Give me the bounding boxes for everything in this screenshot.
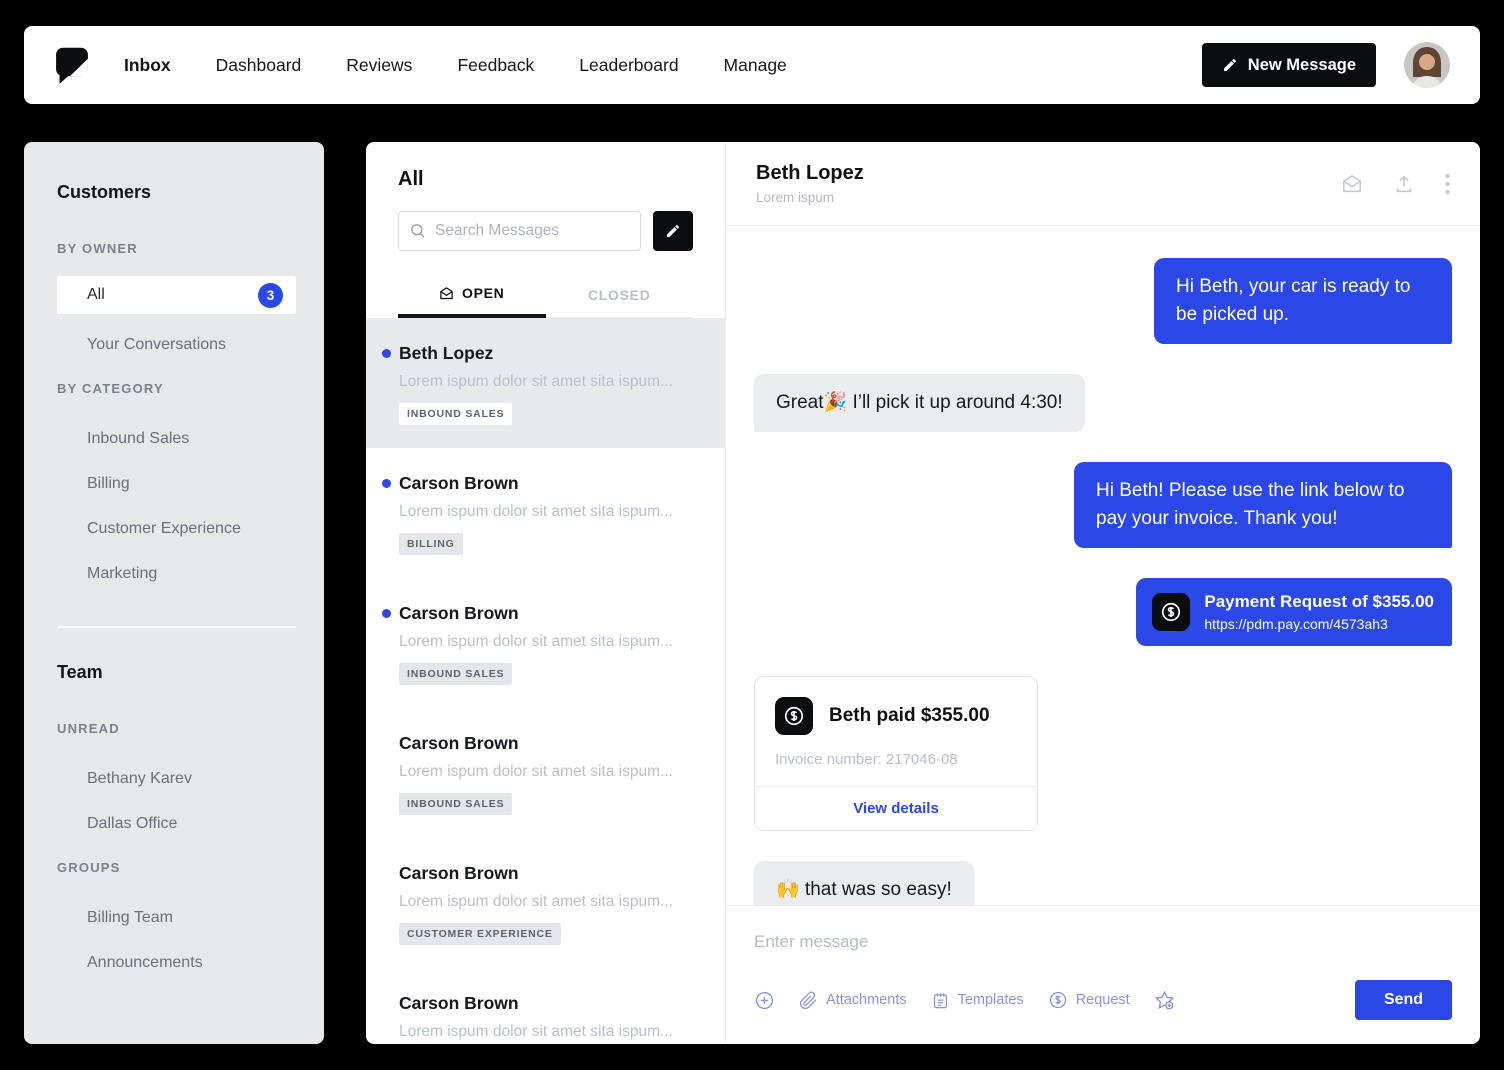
sidebar-item-billing[interactable]: Billing <box>57 461 324 506</box>
sidebar-item-bethany-karev[interactable]: Bethany Karev <box>57 756 324 801</box>
star-plus-icon <box>1154 990 1175 1011</box>
search-box <box>398 211 641 251</box>
notepad-icon <box>931 991 950 1010</box>
list-title: All <box>398 168 424 190</box>
sidebar-item-billing-team[interactable]: Billing Team <box>57 895 324 940</box>
dollar-icon <box>775 697 813 735</box>
user-avatar[interactable] <box>1404 42 1450 88</box>
review-invite-button[interactable] <box>1154 990 1175 1011</box>
navbar-right: New Message <box>1201 42 1450 88</box>
dollar-circle-icon <box>1048 990 1068 1010</box>
inbox-open-icon <box>439 286 454 301</box>
conversation-row[interactable]: Carson Brown Lorem ispum dolor sit amet … <box>366 708 725 838</box>
compose-button[interactable] <box>653 211 693 251</box>
chat-header: Beth Lopez Lorem ispum <box>726 142 1480 226</box>
sidebar-item-announcements[interactable]: Announcements <box>57 940 324 985</box>
sidebar-by-category-label: BY CATEGORY <box>57 381 164 396</box>
chat-panel: Beth Lopez Lorem ispum Hi Beth, your car… <box>726 142 1480 1044</box>
message-composer: Attachments Templates <box>726 905 1480 1044</box>
kebab-menu-icon[interactable] <box>1445 173 1450 195</box>
conversation-row[interactable]: Carson Brown Lorem ispum dolor sit amet … <box>366 578 725 708</box>
category-tag: CUSTOMER EXPERIENCE <box>399 923 561 945</box>
top-navbar: Inbox Dashboard Reviews Feedback Leaderb… <box>24 26 1480 104</box>
incoming-message: 🙌 that was so easy! <box>754 861 974 905</box>
podium-logo[interactable] <box>54 46 90 84</box>
request-payment-button[interactable]: Request <box>1048 990 1130 1010</box>
unread-dot <box>382 609 391 618</box>
content-panel: All Search Messages OPEN CLOSED Beth Lop… <box>366 142 1480 1044</box>
nav-dashboard[interactable]: Dashboard <box>216 55 302 76</box>
receipt-title: Beth paid $355.00 <box>829 705 990 726</box>
sidebar-item-inbound-sales[interactable]: Inbound Sales <box>57 416 324 461</box>
sidebar-item-marketing[interactable]: Marketing <box>57 551 324 596</box>
conversation-list: Beth Lopez Lorem ispum dolor sit amet si… <box>366 318 725 1044</box>
pencil-icon <box>1222 57 1238 73</box>
unread-dot <box>382 349 391 358</box>
message-input[interactable] <box>754 932 1452 952</box>
nav-inbox[interactable]: Inbox <box>124 55 171 76</box>
payment-receipt-card: Beth paid $355.00 Invoice number: 217046… <box>754 676 1038 831</box>
conversation-row[interactable]: Carson Brown Lorem ispum dolor sit amet … <box>366 448 725 578</box>
paperclip-icon <box>799 990 818 1010</box>
sidebar-item-your-conversations[interactable]: Your Conversations <box>57 322 324 367</box>
plus-circle-icon <box>754 990 775 1011</box>
tab-closed[interactable]: CLOSED <box>546 275 694 317</box>
outgoing-message: Hi Beth, your car is ready to be picked … <box>1154 258 1452 344</box>
incoming-message: Great🎉 I’ll pick it up around 4:30! <box>754 374 1085 432</box>
chat-contact-subtitle: Lorem ispum <box>756 190 835 205</box>
dollar-icon <box>1152 593 1191 631</box>
category-tag: INBOUND SALES <box>399 663 513 685</box>
category-tag: BILLING <box>399 533 463 555</box>
tab-open[interactable]: OPEN <box>398 275 546 318</box>
nav-manage[interactable]: Manage <box>724 55 787 76</box>
outgoing-message: Hi Beth! Please use the link below to pa… <box>1074 462 1452 548</box>
nav-leaderboard[interactable]: Leaderboard <box>579 55 678 76</box>
search-icon <box>409 222 426 244</box>
add-button[interactable] <box>754 990 775 1011</box>
payment-link[interactable]: https://pdm.pay.com/4573ah3 <box>1204 616 1434 632</box>
pencil-icon <box>665 223 681 239</box>
app: Inbox Dashboard Reviews Feedback Leaderb… <box>0 0 1504 1070</box>
sidebar-item-customer-experience[interactable]: Customer Experience <box>57 506 324 551</box>
conversation-row[interactable]: Beth Lopez Lorem ispum dolor sit amet si… <box>366 318 725 448</box>
unread-dot <box>382 479 391 488</box>
payment-request-card[interactable]: Payment Request of $355.00 https://pdm.p… <box>1136 578 1452 646</box>
category-tag: INBOUND SALES <box>399 793 513 815</box>
message-thread: Hi Beth, your car is ready to be picked … <box>726 226 1480 905</box>
sidebar-customers-title: Customers <box>57 182 152 202</box>
attachments-button[interactable]: Attachments <box>799 990 907 1010</box>
category-tag: INBOUND SALES <box>399 403 513 425</box>
payment-request-title: Payment Request of $355.00 <box>1204 592 1434 611</box>
receipt-invoice-number: Invoice number: 217046-08 <box>775 751 958 768</box>
sidebar: Customers BY OWNER All 3 Your Conversati… <box>24 142 324 1044</box>
sidebar-divider <box>57 626 296 628</box>
upload-icon[interactable] <box>1393 173 1415 195</box>
sidebar-item-all[interactable]: All 3 <box>57 276 296 314</box>
mark-unread-envelope-icon[interactable] <box>1341 173 1363 195</box>
sidebar-item-dallas-office[interactable]: Dallas Office <box>57 801 324 846</box>
sidebar-groups-label: GROUPS <box>57 860 121 875</box>
conversation-list-panel: All Search Messages OPEN CLOSED Beth Lop… <box>366 142 726 1044</box>
conversation-row[interactable]: Carson Brown Lorem ispum dolor sit amet … <box>366 968 725 1044</box>
templates-button[interactable]: Templates <box>931 991 1024 1010</box>
nav-feedback[interactable]: Feedback <box>457 55 534 76</box>
search-input[interactable] <box>398 211 641 251</box>
main-nav: Inbox Dashboard Reviews Feedback Leaderb… <box>124 55 787 76</box>
conversation-row[interactable]: Carson Brown Lorem ispum dolor sit amet … <box>366 838 725 968</box>
nav-reviews[interactable]: Reviews <box>346 55 412 76</box>
sidebar-by-owner-label: BY OWNER <box>57 241 138 256</box>
sidebar-team-title: Team <box>57 662 103 682</box>
sidebar-unread-label: UNREAD <box>57 721 120 736</box>
chat-contact-name: Beth Lopez <box>756 162 864 184</box>
unread-count-badge: 3 <box>258 282 283 308</box>
view-details-link[interactable]: View details <box>755 786 1037 830</box>
list-tabs: OPEN CLOSED <box>398 275 693 318</box>
new-message-button[interactable]: New Message <box>1201 43 1376 87</box>
send-button[interactable]: Send <box>1355 980 1452 1020</box>
